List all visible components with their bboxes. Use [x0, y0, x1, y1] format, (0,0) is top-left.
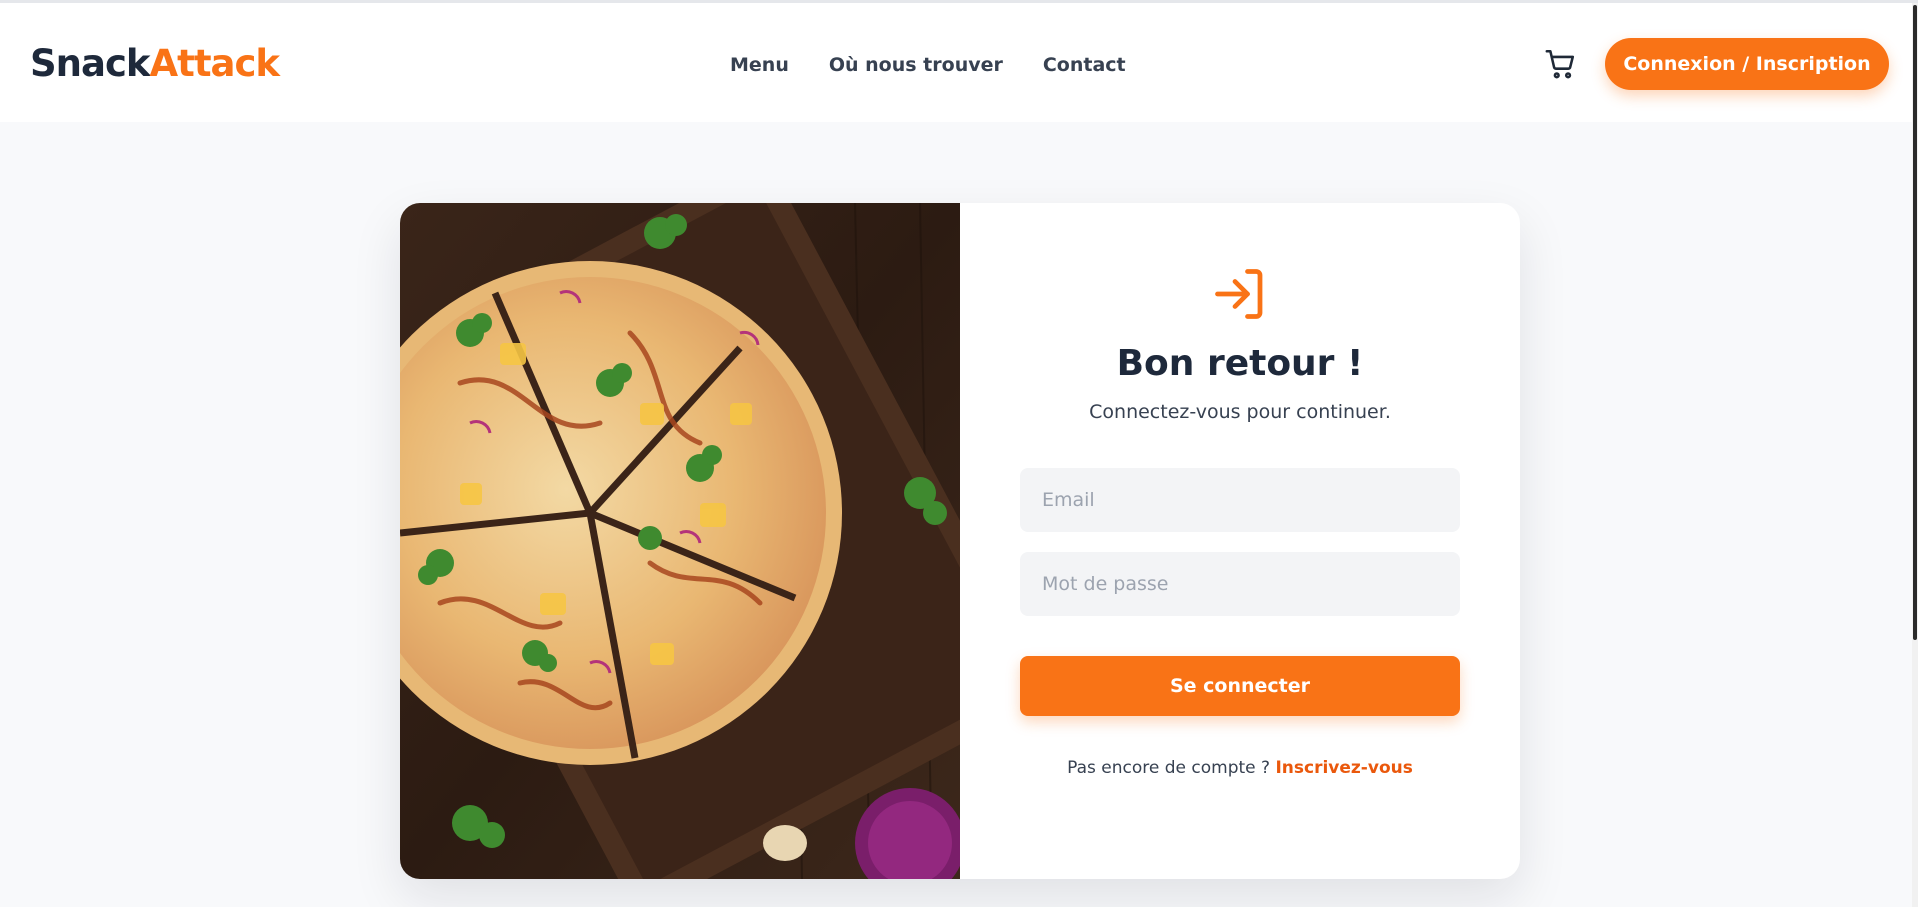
signup-prompt: Pas encore de compte ? Inscrivez-vous: [960, 758, 1520, 778]
login-form: Bon retour ! Connectez-vous pour continu…: [960, 203, 1520, 879]
scrollbar-thumb[interactable]: [1913, 5, 1917, 640]
login-signup-button[interactable]: Connexion / Inscription: [1605, 38, 1889, 90]
login-card: Bon retour ! Connectez-vous pour continu…: [400, 203, 1520, 879]
shopping-cart-icon[interactable]: [1544, 47, 1578, 81]
password-field[interactable]: [1020, 552, 1460, 616]
page-title: Bon retour !: [1116, 343, 1364, 384]
log-in-icon: [1210, 264, 1270, 324]
sign-in-button[interactable]: Se connecter: [1020, 656, 1460, 716]
logo-part-attack: Attack: [149, 42, 281, 85]
logo[interactable]: SnackAttack: [30, 41, 281, 87]
pizza-image: [400, 203, 1050, 879]
scrollbar[interactable]: [1912, 3, 1918, 907]
signup-link[interactable]: Inscrivez-vous: [1275, 758, 1412, 778]
nav-menu[interactable]: Menu: [730, 51, 789, 79]
signup-text: Pas encore de compte ?: [1067, 758, 1271, 778]
site-header: SnackAttack Menu Où nous trouver Contact…: [0, 3, 1918, 122]
page-subtitle: Connectez-vous pour continuer.: [1089, 401, 1391, 423]
logo-part-snack: Snack: [30, 42, 150, 85]
nav-contact[interactable]: Contact: [1043, 51, 1126, 79]
main-nav: Menu Où nous trouver Contact: [730, 51, 1126, 79]
nav-find-us[interactable]: Où nous trouver: [829, 51, 1003, 79]
email-field[interactable]: [1020, 468, 1460, 532]
